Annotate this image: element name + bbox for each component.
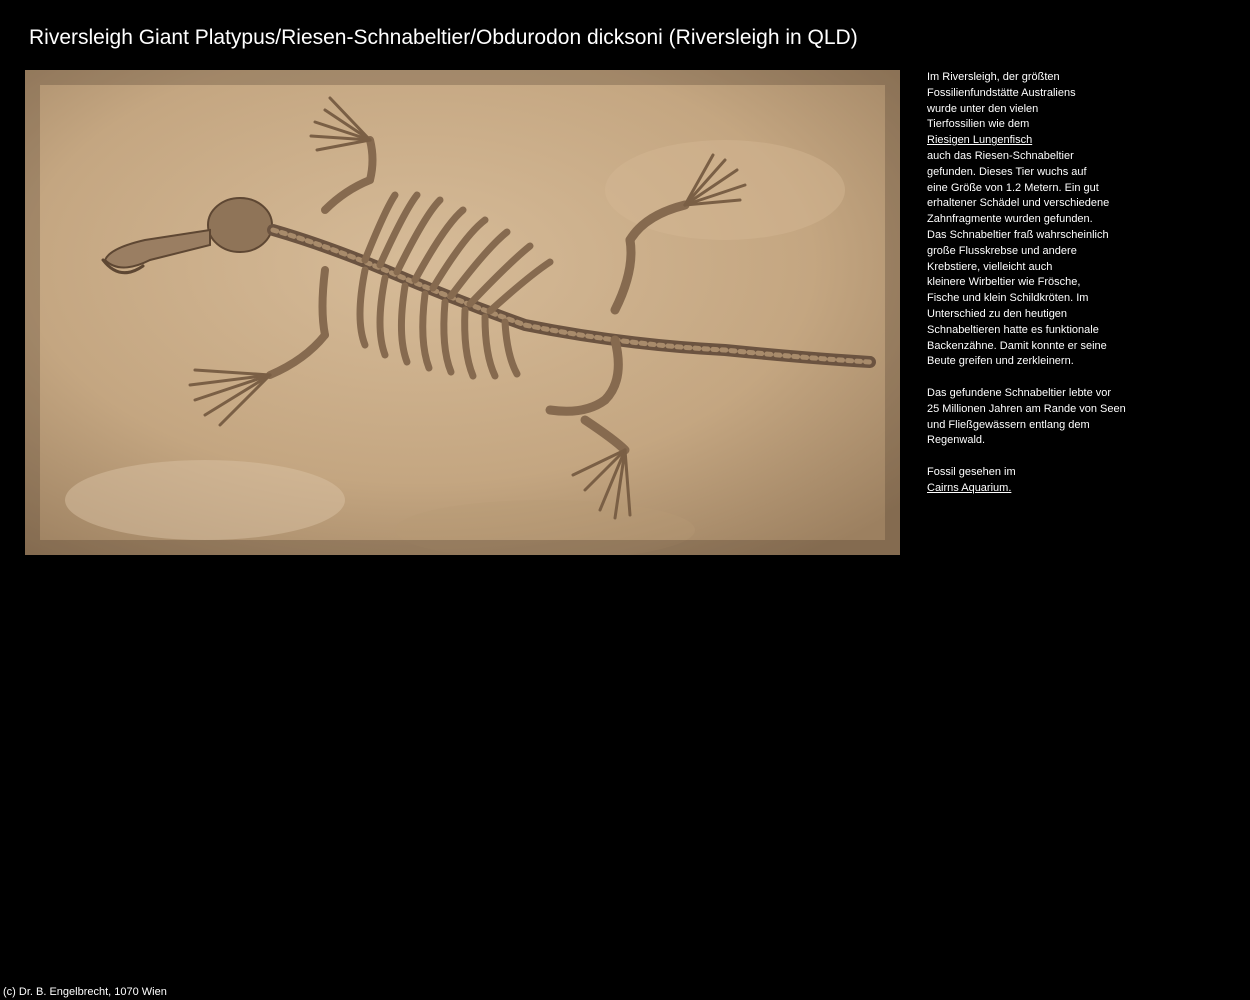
desc-line: Fossilienfundstätte Australiens <box>927 86 1076 99</box>
desc-line: erhaltener Schädel und verschiedene <box>927 197 1110 210</box>
desc-line: Das gefundene Schnabeltier lebte vor <box>927 386 1112 399</box>
fossil-photo <box>25 70 900 555</box>
link-cairns-aquarium[interactable]: Cairns Aquarium. <box>927 482 1011 494</box>
fossil-skeleton-image <box>25 70 900 555</box>
desc-line: und Fließgewässern entlang dem <box>927 418 1090 431</box>
desc-line: eine Größe von 1.2 Metern. Ein gut <box>927 181 1099 194</box>
desc-line: Unterschied zu den heutigen <box>927 307 1068 320</box>
page-title: Riversleigh Giant Platypus/Riesen-Schnab… <box>29 26 858 49</box>
desc-line: Zahnfragmente wurden gefunden. <box>927 213 1093 226</box>
desc-line: auch das Riesen-Schnabeltier <box>927 149 1074 162</box>
desc-line: Schnabeltieren hatte es funktionale <box>927 323 1099 336</box>
desc-line: 25 Millionen Jahren am Rande von Seen <box>927 402 1126 415</box>
desc-line: wurde unter den vielen <box>927 102 1039 115</box>
description-text: Im Riversleigh, der größten Fossilienfun… <box>927 70 1167 497</box>
page: Riversleigh Giant Platypus/Riesen-Schnab… <box>0 0 1250 1000</box>
desc-line: Krebstiere, vielleicht auch <box>927 260 1053 273</box>
desc-line: Fische und klein Schildkröten. Im <box>927 292 1089 305</box>
desc-line: Tierfossilien wie dem <box>927 118 1030 131</box>
desc-line: gefunden. Dieses Tier wuchs auf <box>927 165 1087 178</box>
desc-line: große Flusskrebse und andere <box>927 244 1077 257</box>
desc-line: Backenzähne. Damit konnte er seine <box>927 339 1107 352</box>
link-riesigen-lungenfisch[interactable]: Riesigen Lungenfisch <box>927 134 1032 146</box>
desc-line: Im Riversleigh, der größten <box>927 71 1060 83</box>
desc-line: Das Schnabeltier fraß wahrscheinlich <box>927 228 1109 241</box>
desc-line: Beute greifen und zerkleinern. <box>927 355 1074 368</box>
copyright-footer: (c) Dr. B. Engelbrecht, 1070 Wien <box>3 986 167 998</box>
desc-line: Regenwald. <box>927 434 986 447</box>
desc-line: Fossil gesehen im <box>927 465 1016 478</box>
desc-line: kleinere Wirbeltier wie Frösche, <box>927 276 1081 289</box>
